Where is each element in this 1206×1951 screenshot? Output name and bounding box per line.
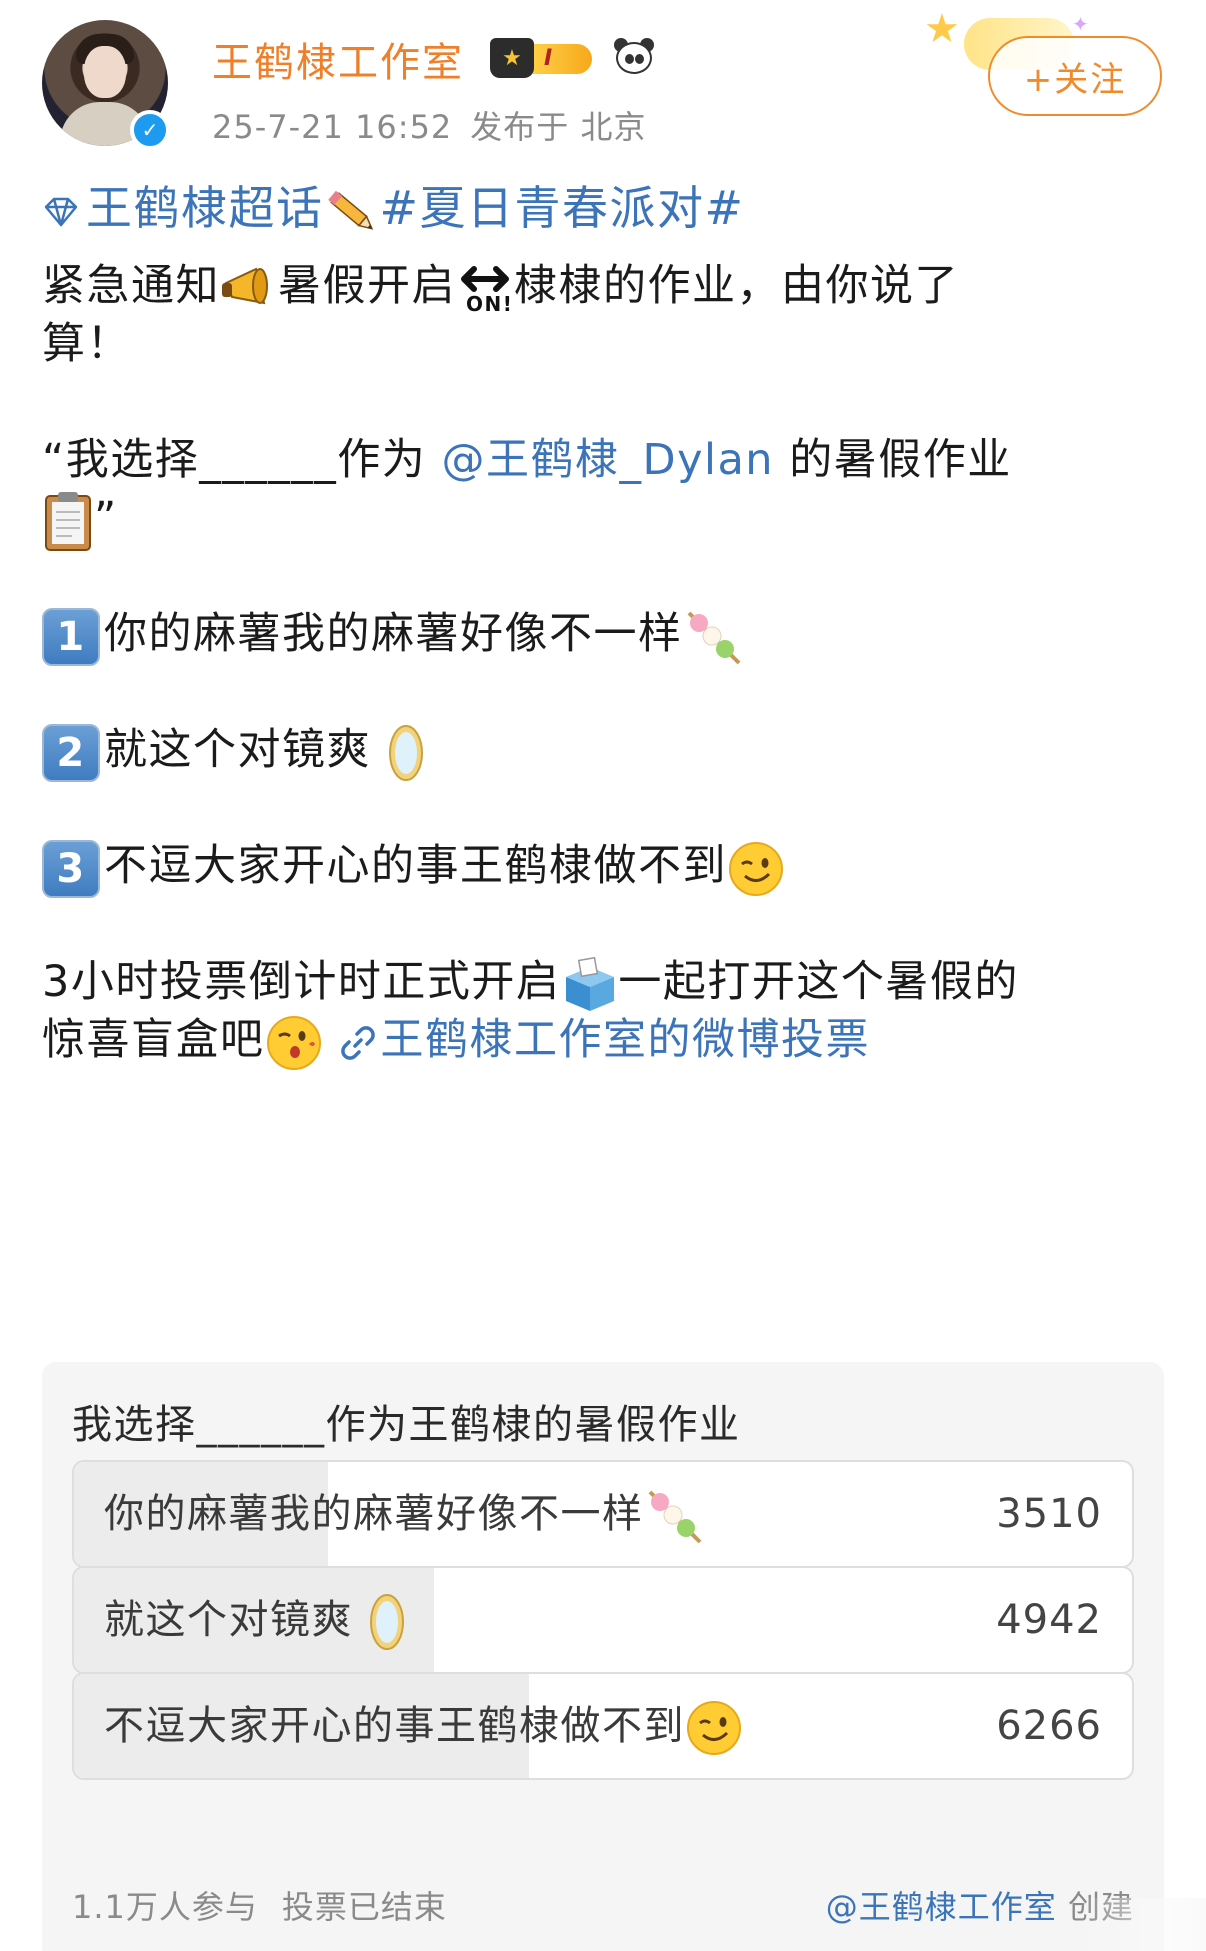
text-segment: ” [94,493,118,543]
text-line-2b: ” [42,482,118,554]
megaphone-icon [222,267,268,304]
option-text: 就这个对镜爽 [104,725,371,775]
watermark [1080,1898,1206,1951]
hashtag-link[interactable]: #夏日青春派对# [380,181,745,235]
winking-face-icon [687,1701,741,1755]
text-line-2: “我选择______作为 @王鹤棣_Dylan 的暑假作业 [42,424,1012,496]
panda-head [616,42,652,74]
timestamp: 25-7-21 16:52 发布于 北京 [212,102,646,148]
text-line-4: 惊喜盲盒吧 王鹤棣工作室的微博投票 [42,1004,870,1076]
on-arrow-icon: ON! [456,261,514,317]
topic-line: 王鹤棣超话 #夏日青春派对# [42,172,745,244]
poll-option-text: 不逗大家开心的事王鹤棣做不到 [104,1703,685,1749]
badge-level: I [526,44,592,74]
panda-icon [612,36,656,76]
option-line-3: 3 不逗大家开心的事王鹤棣做不到 [42,830,785,902]
keycap-2-icon: 2 [42,723,100,782]
poll-footer: 1.1万人参与 投票已结束 [72,1882,447,1928]
panda-eye-left [625,54,634,64]
poll-option-3[interactable]: 不逗大家开心的事王鹤棣做不到 6266 [72,1672,1134,1780]
winking-face-icon [729,841,783,896]
keycap-1-icon: 1 [42,607,100,666]
poll-option-count: 4942 [996,1597,1102,1643]
text-segment: 惊喜盲盒吧 [42,1015,265,1065]
avatar-face [84,46,126,98]
diamond-icon [44,197,78,226]
crown-icon: ★ [490,38,534,78]
clipboard-icon [45,491,91,551]
link-icon [340,1025,375,1060]
poll-option-count: 6266 [996,1703,1102,1749]
text-segment: 一起打开这个暑假的 [618,957,1019,1007]
text-segment: “我选择______作为 [42,435,427,485]
poll-option-label: 就这个对镜爽 [104,1568,407,1672]
svg-text:ON!: ON! [466,292,513,316]
text-line-1b: 算！ [42,308,131,380]
post-location: 发布于 北京 [470,108,647,146]
option-line-1: 1 你的麻薯我的麻薯好像不一样 [42,598,743,670]
text-segment: 算！ [42,319,131,369]
poll-status: 投票已结束 [281,1888,447,1926]
follow-button[interactable]: +关注 [988,36,1162,116]
text-segment: 3小时投票倒计时正式开启 [42,957,561,1007]
poll-option-count: 3510 [996,1491,1102,1537]
poll-card[interactable]: 我选择______作为王鹤棣的暑假作业 你的麻薯我的麻薯好像不一样 3510 就… [42,1362,1164,1951]
crown-badge-icon[interactable]: I ★ [490,38,600,78]
poll-creator-link[interactable]: @王鹤棣工作室 [826,1888,1057,1926]
text-segment: 紧急通知 [42,261,220,311]
sparkle-icon: ✦ [1072,12,1089,36]
poll-option-text: 你的麻薯我的麻薯好像不一样 [104,1491,644,1537]
supertopic-link[interactable]: 王鹤棣超话 [86,181,324,235]
kissing-face-icon [266,1015,321,1070]
poll-question: 我选择______作为王鹤棣的暑假作业 [72,1402,741,1448]
post-time: 25-7-21 16:52 [212,108,453,146]
text-line-1: 紧急通知 暑假开启 ON! 棣棣的作业，由你说了 [42,250,959,322]
option-text: 你的麻薯我的麻薯好像不一样 [104,609,683,659]
option-text: 不逗大家开心的事王鹤棣做不到 [104,841,727,891]
username[interactable]: 王鹤棣工作室 [212,30,464,88]
poll-participants: 1.1万人参与 [72,1888,258,1926]
mirror-icon [389,724,424,781]
pencil-icon [327,190,373,230]
poll-option-text: 就这个对镜爽 [104,1597,353,1643]
post-header: ✓ 王鹤棣工作室 I ★ 25-7-21 16:52 发布于 北京 ★ ✦ +关注 [0,0,1206,170]
text-segment: 棣棣的作业，由你说了 [514,261,959,311]
option-line-2: 2 就这个对镜爽 [42,714,426,786]
poll-link[interactable]: 王鹤棣工作室的微博投票 [381,1015,871,1065]
dango-icon [687,611,740,664]
poll-option-label: 不逗大家开心的事王鹤棣做不到 [104,1674,743,1778]
panda-eye-right [635,54,644,64]
poll-option-2[interactable]: 就这个对镜爽 4942 [72,1566,1134,1674]
dango-icon [648,1490,701,1544]
mention-link[interactable]: @王鹤棣_Dylan [441,435,774,485]
text-segment: 暑假开启 [278,261,456,311]
mirror-icon [370,1594,405,1650]
poll-option-label: 你的麻薯我的麻薯好像不一样 [104,1462,704,1566]
verified-icon: ✓ [130,110,170,150]
keycap-3-icon: 3 [42,839,100,898]
star-icon: ★ [924,6,960,52]
poll-option-1[interactable]: 你的麻薯我的麻薯好像不一样 3510 [72,1460,1134,1568]
text-segment: 的暑假作业 [789,435,1012,485]
